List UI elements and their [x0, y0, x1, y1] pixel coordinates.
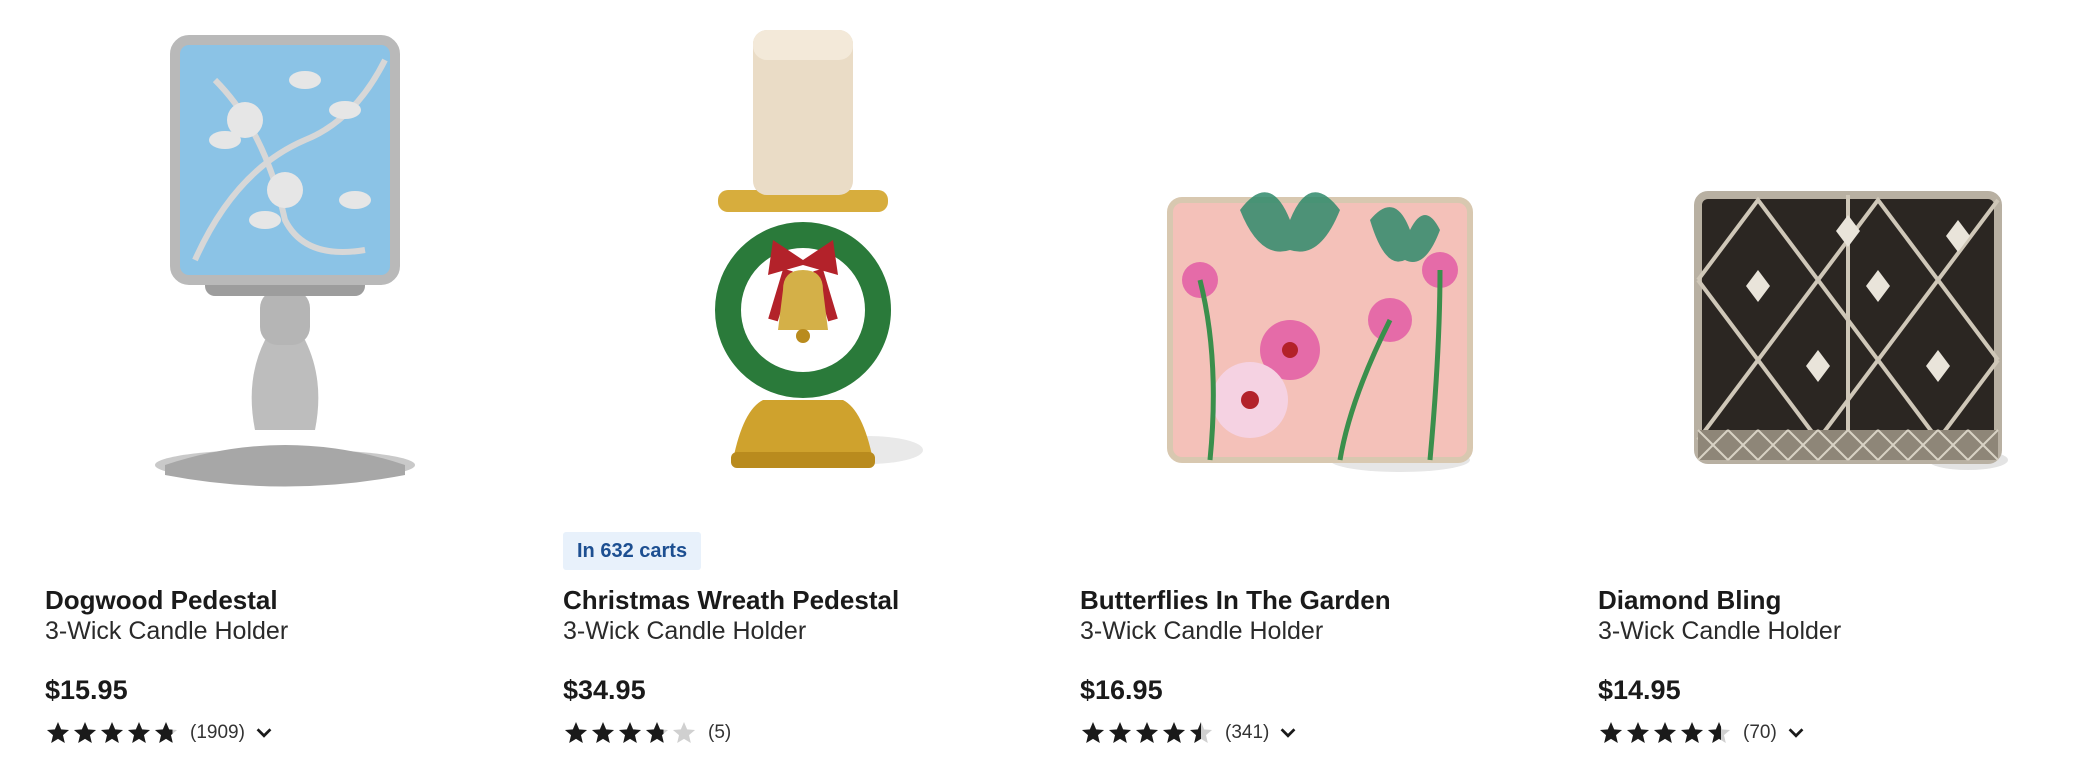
product-grid: Dogwood Pedestal 3-Wick Candle Holder $1…: [0, 0, 2076, 764]
rating-row: (341): [1080, 718, 1299, 748]
review-count[interactable]: (1909): [190, 722, 245, 744]
star-icon: [73, 721, 97, 743]
rating-row: (1909): [45, 718, 275, 748]
product-card[interactable]: Butterflies In The Garden 3-Wick Candle …: [1080, 0, 1580, 764]
product-card[interactable]: In 632 carts Christmas Wreath Pedestal 3…: [563, 0, 1063, 764]
star-icon: [1108, 721, 1132, 743]
star-icon: [46, 721, 70, 743]
star-icon: [127, 721, 151, 743]
rating-row: (5): [563, 718, 731, 748]
star-icon: [564, 721, 588, 743]
star-icon: [672, 721, 696, 743]
star-icon: [1707, 721, 1731, 743]
diamond-bling-sleeve-icon: [1694, 191, 2008, 470]
chevron-down-icon[interactable]: [1785, 722, 1807, 744]
star-icon: [1599, 721, 1623, 743]
star-icon: [1653, 721, 1677, 743]
star-rating: [1598, 720, 1733, 746]
product-name[interactable]: Christmas Wreath Pedestal: [563, 585, 899, 616]
product-name[interactable]: Butterflies In The Garden: [1080, 585, 1391, 616]
product-subtitle: 3-Wick Candle Holder: [1598, 617, 1842, 645]
product-price: $16.95: [1080, 675, 1163, 705]
product-name[interactable]: Dogwood Pedestal: [45, 585, 278, 616]
star-icon: [1189, 721, 1213, 743]
review-count[interactable]: (70): [1743, 722, 1777, 744]
product-image[interactable]: [1658, 20, 2018, 490]
star-icon: [1162, 721, 1186, 743]
product-image[interactable]: [1140, 20, 1500, 490]
chevron-down-icon[interactable]: [253, 722, 275, 744]
star-rating: [563, 720, 698, 746]
product-price: $34.95: [563, 675, 646, 705]
star-icon: [618, 721, 642, 743]
star-icon: [100, 721, 124, 743]
star-icon: [154, 721, 178, 743]
product-image[interactable]: [105, 20, 465, 490]
chevron-down-icon[interactable]: [1277, 722, 1299, 744]
star-rating: [45, 720, 180, 746]
product-price: $14.95: [1598, 675, 1681, 705]
star-icon: [1680, 721, 1704, 743]
butterfly-garden-sleeve-icon: [1167, 192, 1473, 472]
product-subtitle: 3-Wick Candle Holder: [1080, 617, 1324, 645]
star-icon: [1135, 721, 1159, 743]
review-count[interactable]: (5): [708, 722, 731, 744]
star-icon: [1081, 721, 1105, 743]
dogwood-pedestal-holder-icon: [155, 35, 415, 487]
star-rating: [1080, 720, 1215, 746]
star-icon: [1626, 721, 1650, 743]
star-icon: [591, 721, 615, 743]
product-card[interactable]: Diamond Bling 3-Wick Candle Holder $14.9…: [1598, 0, 2076, 764]
rating-row: (70): [1598, 718, 1807, 748]
product-image[interactable]: [623, 20, 983, 490]
product-subtitle: 3-Wick Candle Holder: [563, 617, 807, 645]
review-count[interactable]: (341): [1225, 722, 1269, 744]
in-carts-badge: In 632 carts: [563, 532, 702, 570]
product-name[interactable]: Diamond Bling: [1598, 585, 1781, 616]
product-card[interactable]: Dogwood Pedestal 3-Wick Candle Holder $1…: [45, 0, 545, 764]
product-subtitle: 3-Wick Candle Holder: [45, 617, 289, 645]
christmas-wreath-pedestal-holder-icon: [715, 30, 923, 468]
star-icon: [645, 721, 669, 743]
product-price: $15.95: [45, 675, 128, 705]
